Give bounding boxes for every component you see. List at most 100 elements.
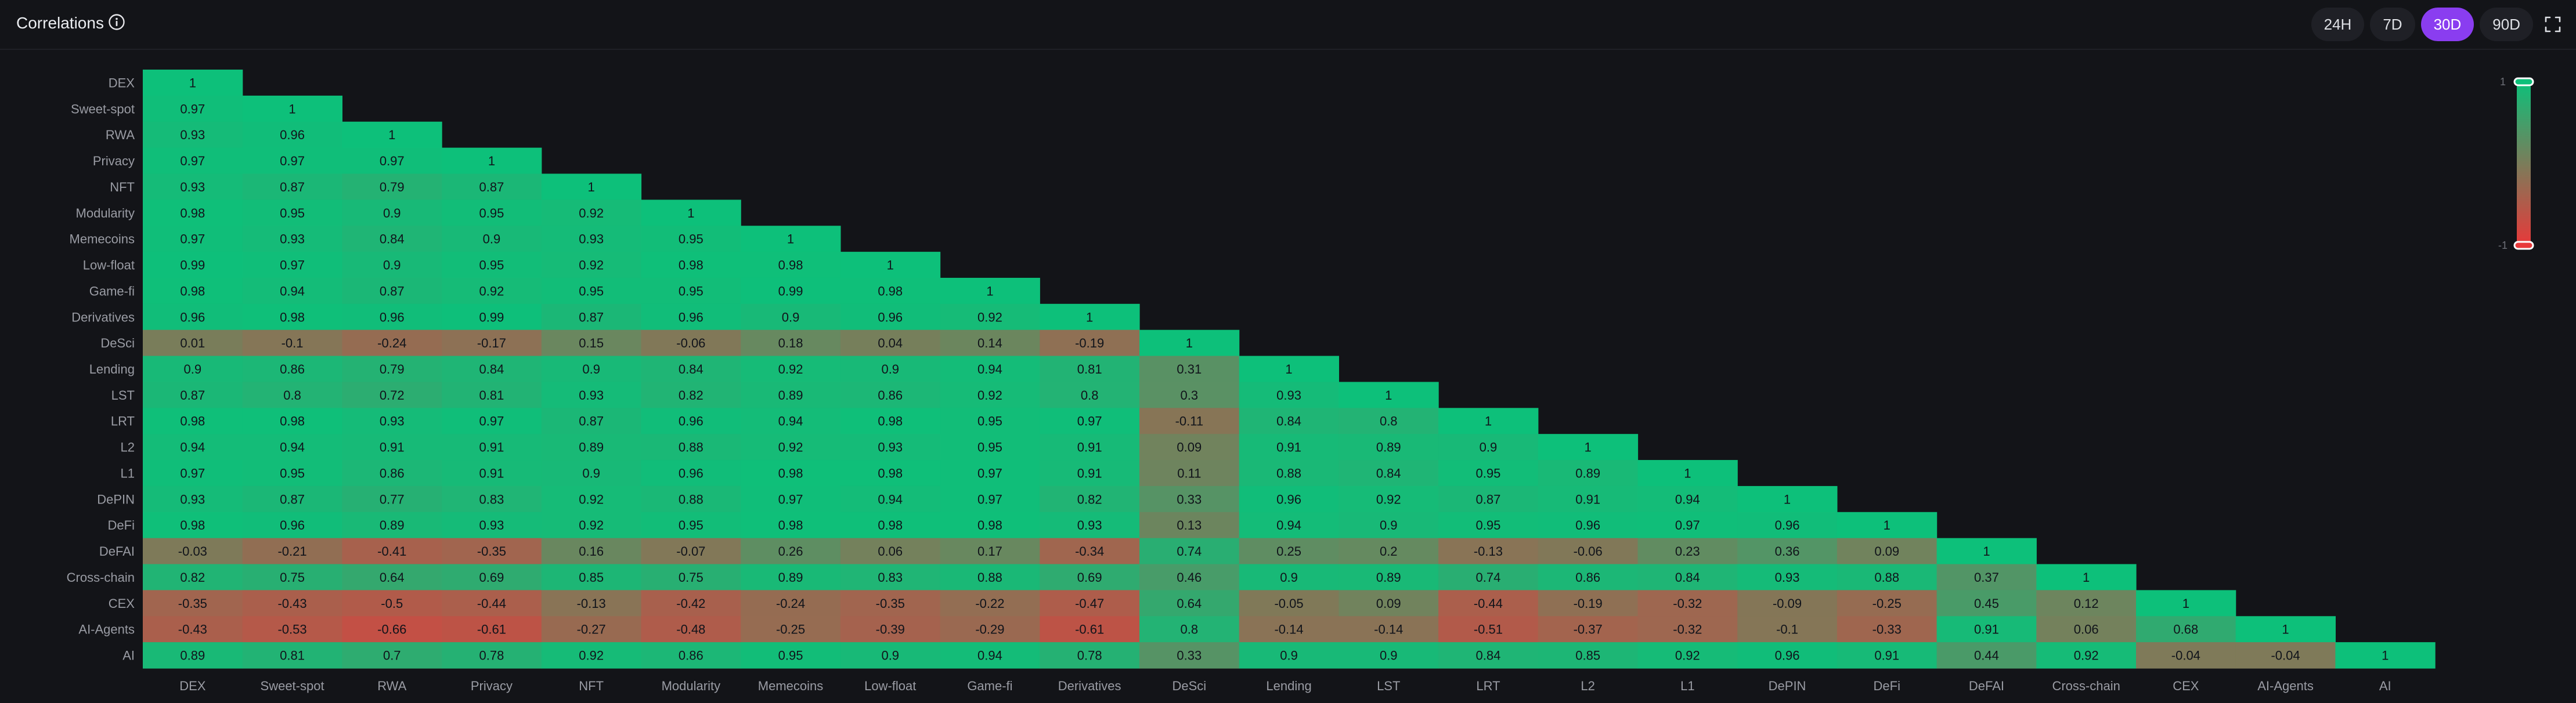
row-label: DeSci (100, 336, 135, 350)
cell-value-label: 0.89 (1575, 466, 1600, 480)
cell-value-label: 1 (1186, 336, 1193, 350)
row-label: LRT (111, 414, 135, 429)
cell-value-label: 0.06 (878, 544, 903, 559)
column-label: NFT (579, 679, 604, 693)
cell-value-label: 0.33 (1177, 648, 1202, 663)
row-label: DePIN (97, 492, 135, 506)
cell-value-label: 0.95 (280, 206, 305, 220)
cell-value-label: 0.01 (180, 336, 205, 350)
column-label: Lending (1266, 679, 1311, 693)
period-30d-button[interactable]: 30D (2420, 8, 2474, 41)
cell-value-label: 0.94 (1675, 492, 1700, 506)
cell-value-label: 0.88 (1276, 466, 1301, 480)
scale-min-handle[interactable] (2513, 241, 2534, 250)
cell-value-label: 0.81 (1077, 362, 1102, 376)
cell-value-label: 0.98 (280, 414, 305, 429)
cell-value-label: 0.87 (1476, 492, 1501, 506)
period-24h-button[interactable]: 24H (2311, 8, 2365, 41)
cell-value-label: 0.87 (280, 492, 305, 506)
cell-value-label: 0.88 (679, 440, 703, 455)
cell-value-label: 1 (1585, 440, 1592, 455)
cell-value-label: 0.94 (180, 440, 205, 455)
row-label: Derivatives (71, 310, 135, 324)
info-icon[interactable] (108, 13, 125, 31)
cell-value-label: 0.89 (1376, 570, 1401, 585)
cell-value-label: 0.99 (180, 258, 205, 273)
cell-value-label: 0.95 (977, 440, 1002, 455)
cell-value-label: 0.96 (1775, 518, 1800, 532)
scale-max-label: 1 (2500, 76, 2506, 88)
cell-value-label: 0.84 (380, 232, 405, 247)
cell-value-label: 0.92 (2074, 648, 2099, 663)
cell-value-label: 0.97 (380, 154, 405, 168)
row-label: DeFAI (99, 544, 135, 559)
cell-value-label: 0.09 (1177, 440, 1202, 455)
cell-value-label: 0.96 (1775, 648, 1800, 663)
cell-value-label: 0.92 (778, 440, 803, 455)
cell-value-label: 1 (887, 258, 894, 273)
cell-value-label: 0.99 (778, 284, 803, 298)
column-label: RWA (377, 679, 406, 693)
header-bar: Correlations 24H 7D 30D 90D (0, 0, 2576, 50)
cell-value-label: 0.84 (1476, 648, 1501, 663)
cell-value-label: 1 (2182, 596, 2189, 611)
cell-value-label: -0.09 (1773, 596, 1802, 611)
row-label: Lending (89, 362, 135, 376)
cell-value-label: 0.33 (1177, 492, 1202, 506)
cell-value-label: 1 (986, 284, 993, 298)
cell-value-label: 0.96 (1575, 518, 1600, 532)
cell-value-label: 0.7 (383, 648, 401, 663)
cell-value-label: 0.86 (280, 362, 305, 376)
cell-value-label: 1 (2083, 570, 2090, 585)
cell-value-label: -0.07 (676, 544, 705, 559)
cell-value-label: 0.75 (679, 570, 703, 585)
cell-value-label: 0.69 (479, 570, 504, 585)
cell-value-label: -0.22 (975, 596, 1004, 611)
cell-value-label: -0.42 (676, 596, 705, 611)
row-label: Memecoins (70, 232, 135, 247)
column-label: DeSci (1172, 679, 1207, 693)
cell-value-label: 0.85 (1575, 648, 1600, 663)
cell-value-label: -0.51 (1474, 622, 1503, 637)
cell-value-label: 0.86 (878, 388, 903, 403)
cell-value-label: 0.97 (977, 466, 1002, 480)
cell-value-label: 0.92 (1376, 492, 1401, 506)
cell-value-label: 0.87 (280, 180, 305, 194)
cell-value-label: -0.34 (1075, 544, 1104, 559)
cell-value-label: -0.25 (1873, 596, 1902, 611)
cell-value-label: -0.24 (377, 336, 406, 350)
cell-value-label: 0.9 (881, 362, 899, 376)
scale-max-handle[interactable] (2513, 77, 2534, 86)
cell-value-label: -0.19 (1075, 336, 1104, 350)
cell-value-label: 0.3 (1181, 388, 1199, 403)
cell-value-label: 0.64 (1177, 596, 1202, 611)
cell-value-label: 1 (1983, 544, 1990, 559)
cell-value-label: -0.41 (377, 544, 406, 559)
cell-value-label: 0.23 (1675, 544, 1700, 559)
cell-value-label: 0.91 (479, 440, 504, 455)
cell-value-label: 0.46 (1177, 570, 1202, 585)
cell-value-label: 0.9 (881, 648, 899, 663)
cell-value-label: 0.98 (778, 258, 803, 273)
period-90d-button[interactable]: 90D (2480, 8, 2533, 41)
cell-value-label: 0.91 (1575, 492, 1600, 506)
cell-value-label: -0.43 (178, 622, 207, 637)
cell-value-label: 1 (1684, 466, 1691, 480)
cell-value-label: 0.85 (579, 570, 604, 585)
cell-value-label: 0.96 (679, 414, 703, 429)
cell-value-label: -0.39 (876, 622, 905, 637)
cell-value-label: 0.98 (180, 284, 205, 298)
row-label: DeFi (108, 518, 135, 532)
period-selector: 24H 7D 30D 90D (2311, 7, 2563, 42)
cell-value-label: -0.48 (676, 622, 705, 637)
cell-value-label: 0.79 (380, 180, 405, 194)
cell-value-label: 0.75 (280, 570, 305, 585)
cell-value-label: -0.37 (1574, 622, 1603, 637)
expand-icon[interactable] (2542, 14, 2563, 35)
period-7d-button[interactable]: 7D (2370, 8, 2415, 41)
cell-value-label: 0.83 (479, 492, 504, 506)
cell-value-label: 0.25 (1276, 544, 1301, 559)
cell-value-label: 0.09 (1874, 544, 1899, 559)
cell-value-label: 0.79 (380, 362, 405, 376)
cell-value-label: 0.78 (1077, 648, 1102, 663)
